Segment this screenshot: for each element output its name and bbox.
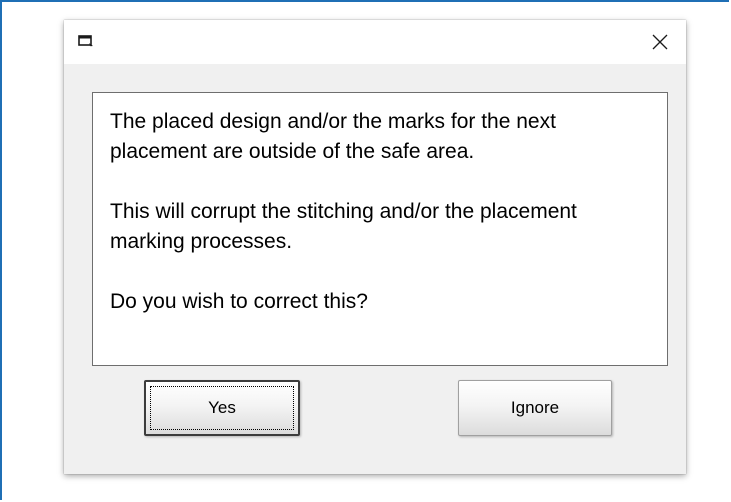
- yes-button[interactable]: Yes: [144, 380, 300, 436]
- close-button[interactable]: [634, 20, 686, 64]
- message-paragraph: The placed design and/or the marks for t…: [110, 110, 556, 163]
- message-text-box: The placed design and/or the marks for t…: [92, 92, 668, 366]
- yes-button-label: Yes: [208, 398, 236, 417]
- title-bar[interactable]: [64, 20, 686, 64]
- window-icon: [78, 34, 94, 48]
- close-icon: [652, 34, 668, 50]
- message-paragraph: Do you wish to correct this?: [110, 290, 368, 313]
- message-dialog: The placed design and/or the marks for t…: [64, 20, 686, 474]
- ignore-button-label: Ignore: [510, 398, 560, 417]
- ignore-button[interactable]: Ignore: [458, 380, 612, 436]
- message-paragraph: This will corrupt the stitching and/or t…: [110, 200, 577, 253]
